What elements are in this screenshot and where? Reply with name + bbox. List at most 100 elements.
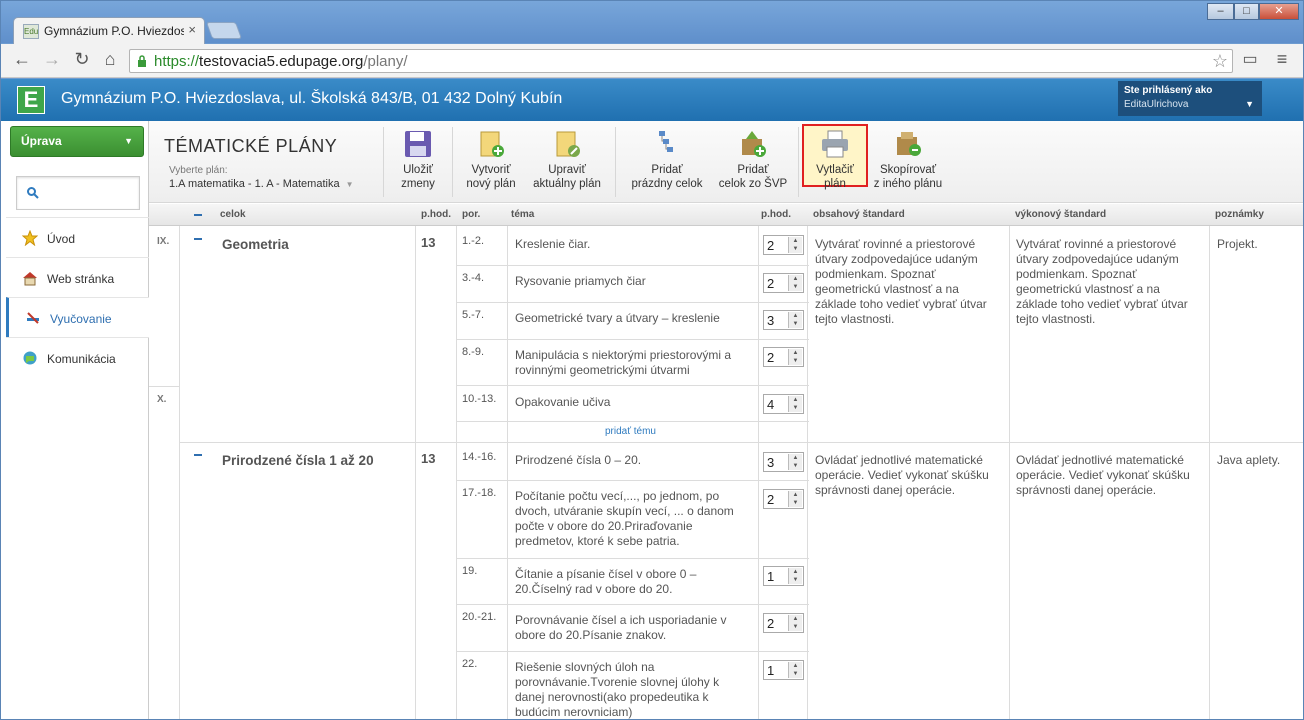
new-tab-button[interactable]	[205, 22, 243, 39]
back-icon[interactable]: ←	[11, 49, 33, 70]
hours-stepper[interactable]: 2 ▲ ▼	[763, 273, 804, 293]
stepper-arrows-icon[interactable]: ▲ ▼	[788, 662, 802, 678]
collapse-all-icon[interactable]	[194, 214, 202, 216]
stepper-arrows-icon[interactable]: ▲ ▼	[788, 491, 802, 507]
home-icon[interactable]: ⌂	[99, 49, 121, 70]
hours-stepper[interactable]: 1 ▲ ▼	[763, 566, 804, 586]
topic-name[interactable]: Prirodzené čísla 0 – 20.	[515, 453, 745, 468]
add-empty-unit-button[interactable]: Pridať prázdny celok	[627, 129, 707, 191]
copy-plan-button[interactable]: Skopírovať z iného plánu	[869, 129, 947, 191]
header-por: por.	[462, 209, 481, 220]
button-label-line2: celok zo ŠVP	[718, 178, 788, 190]
topic-name[interactable]: Kreslenie čiar.	[515, 237, 745, 252]
hours-stepper[interactable]: 3 ▲ ▼	[763, 310, 804, 330]
topic-name[interactable]: Rysovanie priamych čiar	[515, 274, 745, 289]
save-changes-button[interactable]: Uložiť zmeny	[393, 129, 443, 191]
button-label-line1: Pridať	[651, 164, 683, 176]
topic-order: 22.	[462, 658, 478, 670]
unit-note: Java aplety.	[1217, 453, 1281, 467]
stepper-arrows-icon[interactable]: ▲ ▼	[788, 312, 802, 328]
row-divider	[456, 339, 809, 340]
forward-icon[interactable]: →	[41, 49, 63, 70]
reload-icon[interactable]: ↻	[71, 49, 93, 70]
topic-name[interactable]: Čítanie a písanie čísel v obore 0 – 20.Č…	[515, 567, 745, 597]
stepper-value: 2	[767, 350, 775, 365]
user-menu[interactable]: Ste prihlásený ako EditaUlrichova ▼	[1118, 81, 1262, 116]
browser-toolbar: ← → ↻ ⌂ https://testovacia5.edupage.org/…	[1, 44, 1303, 78]
house-icon	[23, 272, 37, 286]
edupage-logo[interactable]: E	[17, 86, 45, 114]
sidebar-item-web-stranka[interactable]: Web stránka	[6, 257, 149, 297]
hours-stepper[interactable]: 2 ▲ ▼	[763, 235, 804, 255]
add-unit-from-svp-button[interactable]: Pridať celok zo ŠVP	[715, 129, 791, 191]
close-tab-icon[interactable]: ×	[188, 22, 196, 37]
stepper-arrows-icon[interactable]: ▲ ▼	[788, 349, 802, 365]
header-obsahovy: obsahový štandard	[813, 209, 905, 220]
hours-stepper[interactable]: 2 ▲ ▼	[763, 489, 804, 509]
topic-name[interactable]: Riešenie slovných úloh na porovnávanie.T…	[515, 660, 745, 719]
row-divider	[456, 604, 809, 605]
browser-titlebar: Edu Gymnázium P.O. Hviezdoslava × – □ ✕	[1, 1, 1303, 44]
page-title: TÉMATICKÉ PLÁNY	[164, 136, 338, 156]
button-label-line2: zmeny	[401, 178, 435, 190]
performance-standard: Ovládať jednotlivé matematické operácie.…	[1016, 453, 1190, 497]
sidebar: Úprava ▼ Úvod Web stránka Vyučovanie Komu…	[1, 121, 149, 719]
hours-stepper[interactable]: 4 ▲ ▼	[763, 394, 804, 414]
topic-order: 14.-16.	[462, 451, 497, 463]
stepper-arrows-icon[interactable]: ▲ ▼	[788, 237, 802, 253]
address-bar[interactable]: https://testovacia5.edupage.org/plany/ ☆	[129, 49, 1233, 73]
hours-stepper[interactable]: 2 ▲ ▼	[763, 613, 804, 633]
topic-order: 19.	[462, 565, 478, 577]
bookmark-star-icon[interactable]: ☆	[1212, 51, 1228, 72]
cast-icon[interactable]: ▭	[1239, 49, 1261, 69]
stepper-arrows-icon[interactable]: ▲ ▼	[788, 615, 802, 631]
hours-stepper[interactable]: 1 ▲ ▼	[763, 660, 804, 680]
topic-name[interactable]: Porovnávanie čísel a ich usporiadanie v …	[515, 613, 745, 643]
edit-plan-button[interactable]: Upraviť aktuálny plán	[527, 129, 607, 191]
create-plan-button[interactable]: Vytvoriť nový plán	[461, 129, 521, 191]
collapse-unit-icon[interactable]	[194, 238, 202, 240]
stepper-value: 4	[767, 397, 775, 412]
stepper-arrows-icon[interactable]: ▲ ▼	[788, 275, 802, 291]
close-window-button[interactable]: ✕	[1259, 3, 1299, 20]
add-topic-link[interactable]: pridať tému	[605, 426, 656, 437]
topic-name[interactable]: Počítanie počtu vecí,..., po jednom, po …	[515, 489, 745, 549]
column-divider	[507, 226, 508, 719]
topic-name[interactable]: Geometrické tvary a útvary – kreslenie	[515, 311, 745, 326]
print-plan-button[interactable]: Vytlačiť plán	[802, 124, 868, 190]
topic-name[interactable]: Opakovanie učiva	[515, 395, 745, 410]
plan-select[interactable]: 1.A matematika - 1. A - Matematika ▼	[169, 178, 354, 190]
button-label-line2: prázdny celok	[631, 178, 703, 190]
sidebar-item-label: Web stránka	[47, 272, 115, 286]
topic-order: 1.-2.	[462, 235, 485, 247]
ribbon-divider	[615, 127, 616, 197]
user-label: Ste prihlásený ako	[1124, 85, 1213, 96]
sidebar-item-uvod[interactable]: Úvod	[6, 217, 149, 257]
stepper-arrows-icon[interactable]: ▲ ▼	[788, 568, 802, 584]
sidebar-item-vyucovanie[interactable]: Vyučovanie	[6, 297, 149, 337]
plan-select-value: 1.A matematika - 1. A - Matematika	[169, 178, 340, 190]
hours-stepper[interactable]: 2 ▲ ▼	[763, 347, 804, 367]
ribbon-divider	[383, 127, 384, 197]
ribbon-toolbar: TÉMATICKÉ PLÁNY Vyberte plán: 1.A matema…	[149, 121, 1303, 203]
collapse-unit-icon[interactable]	[194, 454, 202, 456]
sidebar-item-komunikacia[interactable]: Komunikácia	[6, 337, 149, 377]
add-unit-svp-icon	[742, 131, 766, 157]
column-divider	[1209, 226, 1210, 719]
user-name: EditaUlrichova	[1124, 99, 1189, 110]
menu-icon[interactable]: ≡	[1271, 49, 1293, 70]
stepper-arrows-icon[interactable]: ▲ ▼	[788, 454, 802, 470]
minimize-button[interactable]: –	[1207, 3, 1234, 20]
topic-name[interactable]: Manipulácia s niektorými priestorovými a…	[515, 348, 745, 378]
main-content: TÉMATICKÉ PLÁNY Vyberte plán: 1.A matema…	[149, 121, 1303, 719]
header-poznamky: poznámky	[1215, 209, 1264, 220]
hours-stepper[interactable]: 3 ▲ ▼	[763, 452, 804, 472]
unit-hours: 13	[421, 451, 436, 466]
maximize-button[interactable]: □	[1234, 3, 1259, 20]
stepper-arrows-icon[interactable]: ▲ ▼	[788, 396, 802, 412]
topic-order: 17.-18.	[462, 487, 497, 499]
sidebar-search-input[interactable]	[16, 176, 140, 210]
browser-tab[interactable]: Edu Gymnázium P.O. Hviezdoslava ×	[13, 17, 205, 44]
uprava-button[interactable]: Úprava ▼	[10, 126, 144, 157]
sidebar-item-label: Úvod	[47, 232, 76, 246]
